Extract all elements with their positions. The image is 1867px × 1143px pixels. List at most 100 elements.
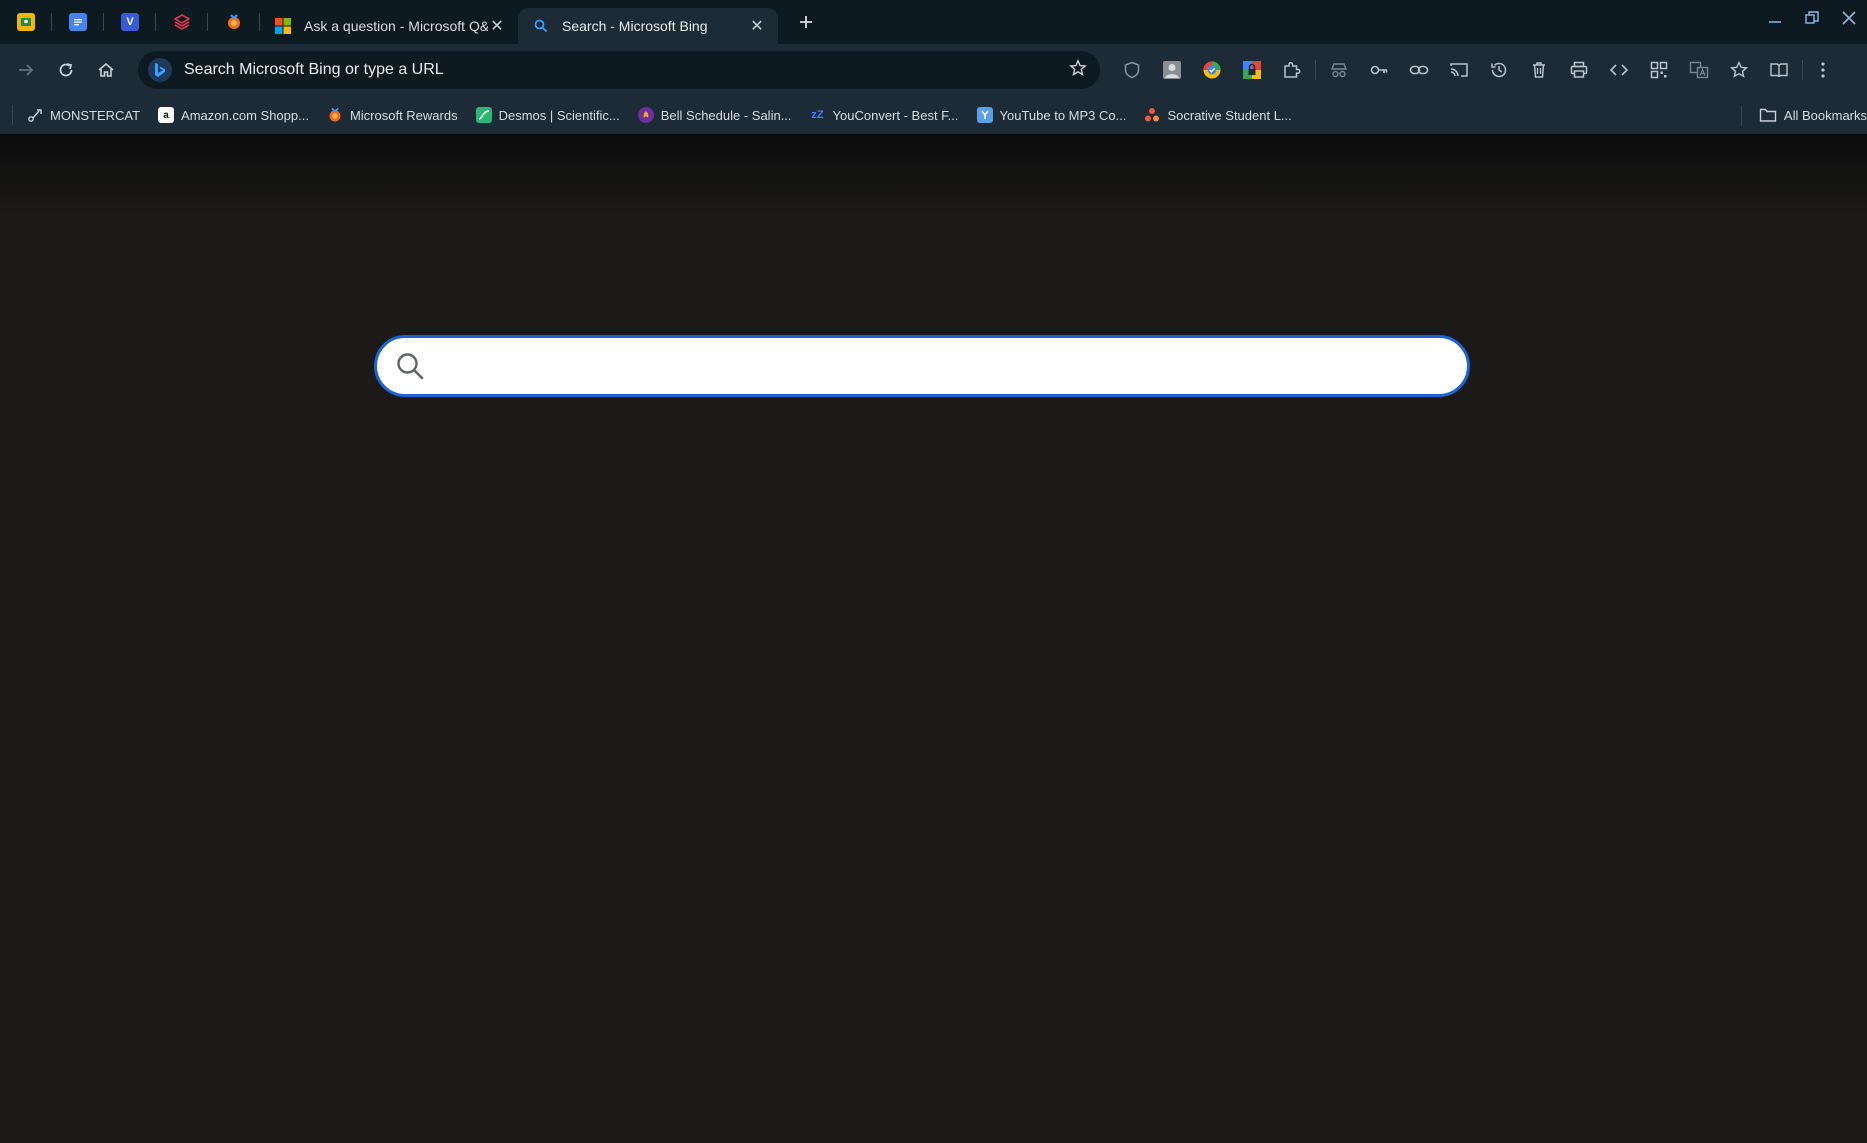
tab-microsoft-qa[interactable]: Ask a question - Microsoft Q&A ✕ xyxy=(260,8,518,44)
pinned-tab-layers[interactable] xyxy=(156,0,208,44)
reload-button[interactable] xyxy=(46,50,86,90)
forward-button[interactable] xyxy=(6,50,46,90)
history-button[interactable] xyxy=(1479,50,1519,90)
home-icon xyxy=(98,62,114,77)
favorites-button[interactable] xyxy=(1719,50,1759,90)
incognito-button[interactable] xyxy=(1319,50,1359,90)
key-icon xyxy=(1370,65,1388,75)
reading-mode-button[interactable] xyxy=(1759,50,1799,90)
monstercat-icon xyxy=(27,107,43,123)
bookmarks-separator xyxy=(12,105,13,125)
classroom-icon xyxy=(17,13,35,31)
new-tab-button[interactable] xyxy=(788,4,824,40)
bookmark-label: YouTube to MP3 Co... xyxy=(999,107,1127,123)
window-controls xyxy=(1756,0,1867,40)
developer-tools-button[interactable] xyxy=(1599,50,1639,90)
more-vert-icon xyxy=(1821,62,1825,78)
pinned-tab-rewards[interactable] xyxy=(208,0,260,44)
passwords-button[interactable] xyxy=(1359,50,1399,90)
bookmarks-bar: MONSTERCAT a Amazon.com Shopp... Microso… xyxy=(0,96,1867,134)
delete-data-button[interactable] xyxy=(1519,50,1559,90)
bookmark-star-icon[interactable] xyxy=(1066,58,1090,82)
search-input[interactable] xyxy=(437,338,1467,394)
address-bar[interactable] xyxy=(138,51,1100,89)
copy-link-button[interactable] xyxy=(1399,50,1439,90)
pinned-tab-docs[interactable] xyxy=(52,0,104,44)
search-box[interactable] xyxy=(374,335,1470,397)
bookmark-bell-schedule[interactable]: Bell Schedule - Salin... xyxy=(637,107,792,123)
tab-title: Search - Microsoft Bing xyxy=(562,18,708,34)
youconvert-icon: zZ xyxy=(811,109,824,121)
bookmark-microsoft-rewards[interactable]: Microsoft Rewards xyxy=(327,107,458,123)
tab-title: Ask a question - Microsoft Q&A xyxy=(304,18,488,34)
bookmark-socrative[interactable]: Socrative Student L... xyxy=(1144,107,1292,123)
socrative-icon xyxy=(1144,107,1160,123)
ublock-extension[interactable] xyxy=(1112,50,1152,90)
shield-icon xyxy=(1124,61,1140,79)
close-icon[interactable]: ✕ xyxy=(748,17,766,35)
yt-mp3-icon xyxy=(976,107,993,123)
bookmark-amazon[interactable]: a Amazon.com Shopp... xyxy=(158,107,309,123)
all-bookmarks-button[interactable]: All Bookmarks xyxy=(1740,96,1867,134)
puzzle-icon xyxy=(1284,61,1301,78)
tab-microsoft-bing[interactable]: Search - Microsoft Bing ✕ xyxy=(518,8,778,44)
user-photo-icon xyxy=(1163,61,1181,79)
browser-window: V Ask a question - Microsoft Q&A ✕ Searc… xyxy=(0,0,1867,1143)
close-icon xyxy=(1841,10,1856,25)
close-icon[interactable]: ✕ xyxy=(488,17,506,35)
trash-icon xyxy=(1533,62,1545,78)
desmos-icon xyxy=(475,107,492,123)
layers-icon xyxy=(173,13,191,31)
docs-icon xyxy=(69,13,87,31)
reload-icon xyxy=(59,63,73,77)
extension-google[interactable] xyxy=(1192,50,1232,90)
book-icon xyxy=(1770,63,1788,78)
chrome-check-icon xyxy=(1203,61,1221,79)
extensions-button[interactable] xyxy=(1272,50,1312,90)
restore-button[interactable] xyxy=(1793,10,1830,30)
bookmark-youtube-mp3[interactable]: YouTube to MP3 Co... xyxy=(976,107,1127,123)
bookmark-label: Amazon.com Shopp... xyxy=(181,107,309,123)
extension-avatar[interactable] xyxy=(1152,50,1192,90)
bookmark-label: Bell Schedule - Salin... xyxy=(660,107,792,123)
qr-code-icon xyxy=(1650,61,1668,79)
search-icon xyxy=(397,353,424,380)
pinned-tab-vocab[interactable]: V xyxy=(104,0,156,44)
rewards-icon xyxy=(225,13,243,31)
close-window-button[interactable] xyxy=(1830,10,1867,30)
colorful-lock-icon xyxy=(1243,61,1261,79)
page-content xyxy=(0,134,1867,1143)
pinned-tab-classroom[interactable] xyxy=(0,0,52,44)
arrow-right-icon xyxy=(19,64,34,76)
folder-icon xyxy=(1759,108,1777,122)
translate-icon xyxy=(1689,61,1709,79)
minimize-icon xyxy=(1768,20,1781,23)
toolbar xyxy=(0,44,1867,96)
toolbar-separator xyxy=(1315,60,1316,80)
toolbar-separator xyxy=(1802,60,1803,80)
bookmark-label: Socrative Student L... xyxy=(1167,107,1292,123)
cast-icon xyxy=(1450,63,1468,77)
cast-button[interactable] xyxy=(1439,50,1479,90)
history-icon xyxy=(1491,62,1507,78)
home-button[interactable] xyxy=(86,50,126,90)
translate-button[interactable] xyxy=(1679,50,1719,90)
restore-icon xyxy=(1804,10,1819,24)
bookmark-label: Microsoft Rewards xyxy=(349,107,458,123)
bookmark-youconvert[interactable]: zZ YouConvert - Best F... xyxy=(810,107,958,123)
plus-icon xyxy=(800,16,812,28)
print-button[interactable] xyxy=(1559,50,1599,90)
extensions-area xyxy=(1112,44,1840,96)
extension-lock[interactable] xyxy=(1232,50,1272,90)
rewards-icon xyxy=(327,107,343,123)
search-icon xyxy=(532,17,550,35)
menu-button[interactable] xyxy=(1806,50,1840,90)
bookmark-desmos[interactable]: Desmos | Scientific... xyxy=(475,107,620,123)
printer-icon xyxy=(1570,61,1588,78)
minimize-button[interactable] xyxy=(1756,11,1793,30)
vocab-icon: V xyxy=(121,13,139,31)
address-input[interactable] xyxy=(184,61,1066,79)
qr-code-button[interactable] xyxy=(1639,50,1679,90)
tab-strip: V Ask a question - Microsoft Q&A ✕ Searc… xyxy=(0,0,1867,44)
bookmark-monstercat[interactable]: MONSTERCAT xyxy=(27,107,140,123)
